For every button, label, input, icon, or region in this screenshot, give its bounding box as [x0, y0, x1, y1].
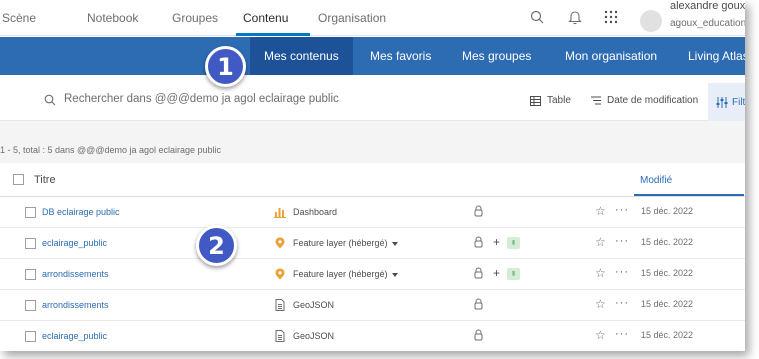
modified-date: 15 déc. 2022: [641, 268, 694, 278]
feature-layer-icon: [274, 268, 286, 280]
row-checkbox[interactable]: [25, 331, 36, 342]
content-tabs: Mes contenus Mes favoris Mes groupes Mon…: [0, 37, 745, 75]
file-icon: [274, 330, 286, 342]
table-row[interactable]: eclairage_public Feature layer (hébergé)…: [0, 228, 745, 259]
sharing-lock-icon: [474, 298, 483, 313]
item-type: Feature layer (hébergé): [293, 238, 388, 248]
modified-date: 15 déc. 2022: [641, 330, 694, 340]
favorite-star-icon[interactable]: ☆: [595, 235, 606, 249]
view-table-button[interactable]: Table: [530, 95, 571, 106]
item-title-link[interactable]: eclairage_public: [42, 238, 107, 248]
item-type-dropdown[interactable]: Feature layer (hébergé): [293, 269, 398, 279]
table-row[interactable]: eclairage_public GeoJSON ☆ ··· 15 déc. 2…: [0, 321, 745, 351]
row-checkbox[interactable]: [25, 238, 36, 249]
favorite-star-icon[interactable]: ☆: [595, 204, 606, 218]
more-actions-icon[interactable]: ···: [615, 266, 629, 278]
chevron-down-icon[interactable]: [391, 272, 398, 277]
nav-groupes[interactable]: Groupes: [172, 11, 218, 25]
search-input[interactable]: [64, 93, 484, 105]
sorted-column-indicator: [634, 194, 744, 196]
tab-living-atlas[interactable]: Living Atlas: [688, 37, 745, 75]
chevron-down-icon[interactable]: [391, 241, 398, 246]
tab-mes-favoris[interactable]: Mes favoris: [370, 37, 431, 75]
item-title-link[interactable]: arrondissements: [42, 269, 109, 279]
plus-icon[interactable]: +: [493, 235, 500, 249]
item-title-link[interactable]: DB eclairage public: [42, 207, 120, 217]
tab-mes-groupes[interactable]: Mes groupes: [462, 37, 531, 75]
filter-icon: [716, 96, 728, 108]
nav-scene[interactable]: Scène: [2, 11, 36, 25]
active-nav-indicator: [236, 33, 310, 36]
app-launcher-icon[interactable]: [602, 8, 620, 26]
top-header: Scène Notebook Groupes Contenu Organisat…: [0, 0, 745, 36]
item-title-link[interactable]: eclairage_public: [42, 331, 107, 341]
item-title-link[interactable]: arrondissements: [42, 300, 109, 310]
select-all-checkbox[interactable]: [13, 174, 24, 185]
content-page: Scène Notebook Groupes Contenu Organisat…: [0, 0, 745, 351]
table-row[interactable]: DB eclairage public Dashboard ☆ ··· 15 d…: [0, 197, 745, 228]
user-name[interactable]: alexandre goux: [670, 0, 745, 12]
sharing-lock-icon: [474, 236, 483, 251]
column-title-header[interactable]: Titre: [34, 174, 56, 186]
results-area: [0, 121, 745, 163]
nav-notebook[interactable]: Notebook: [87, 11, 138, 25]
user-login[interactable]: agoux_education: [670, 18, 745, 29]
item-type: Dashboard: [293, 207, 338, 217]
table-icon: [530, 95, 541, 106]
file-icon: [274, 299, 286, 311]
sharing-lock-icon: [474, 267, 483, 282]
table-row[interactable]: arrondissements Feature layer (hébergé) …: [0, 259, 745, 290]
modified-date: 15 déc. 2022: [641, 237, 694, 247]
item-type: GeoJSON: [293, 300, 335, 310]
filter-label: Filtre: [732, 96, 745, 108]
plus-icon[interactable]: +: [493, 266, 500, 280]
tab-mes-contenus[interactable]: Mes contenus: [250, 37, 353, 75]
callout-2: 2: [196, 225, 237, 266]
favorite-star-icon[interactable]: ☆: [595, 297, 606, 311]
sort-label: Date de modification: [607, 95, 699, 106]
row-checkbox[interactable]: [25, 269, 36, 280]
item-type-dropdown[interactable]: Feature layer (hébergé): [293, 238, 398, 248]
search-icon: [44, 94, 56, 109]
more-actions-icon[interactable]: ···: [615, 235, 629, 247]
column-modified-header[interactable]: Modifié: [640, 175, 672, 186]
favorite-star-icon[interactable]: ☆: [595, 266, 606, 280]
sort-button[interactable]: Date de modification: [591, 95, 698, 106]
feature-layer-icon: [274, 237, 286, 249]
results-count: 1 - 5, total : 5 dans @@@demo ja agol ec…: [0, 145, 222, 155]
more-actions-icon[interactable]: ···: [615, 204, 629, 216]
tab-mon-organisation[interactable]: Mon organisation: [565, 37, 657, 75]
search-toolbar: Table Date de modification: [0, 83, 745, 121]
nav-organisation[interactable]: Organisation: [318, 11, 386, 25]
more-actions-icon[interactable]: ···: [615, 297, 629, 309]
filter-button[interactable]: Filtre: [708, 83, 745, 121]
dashboard-icon: [274, 206, 286, 218]
table-header: Titre Modifié: [0, 163, 745, 197]
row-checkbox[interactable]: [25, 300, 36, 311]
modified-date: 15 déc. 2022: [641, 206, 694, 216]
bell-icon[interactable]: [566, 8, 584, 26]
avatar[interactable]: [640, 10, 662, 32]
modified-date: 15 déc. 2022: [641, 299, 694, 309]
status-tag-icon: ▮: [507, 237, 520, 249]
sort-icon: [591, 96, 601, 105]
sharing-lock-icon: [474, 329, 483, 344]
item-type: GeoJSON: [293, 331, 335, 341]
view-table-label: Table: [547, 95, 571, 106]
sharing-lock-icon: [474, 205, 483, 220]
item-type: Feature layer (hébergé): [293, 269, 388, 279]
favorite-star-icon[interactable]: ☆: [595, 328, 606, 342]
more-actions-icon[interactable]: ···: [615, 328, 629, 340]
row-checkbox[interactable]: [25, 207, 36, 218]
nav-contenu[interactable]: Contenu: [243, 11, 288, 25]
search-icon[interactable]: [528, 8, 546, 26]
status-tag-icon: ▮: [507, 268, 520, 280]
table-row[interactable]: arrondissements GeoJSON ☆ ··· 15 déc. 20…: [0, 290, 745, 321]
callout-1: 1: [205, 46, 246, 87]
